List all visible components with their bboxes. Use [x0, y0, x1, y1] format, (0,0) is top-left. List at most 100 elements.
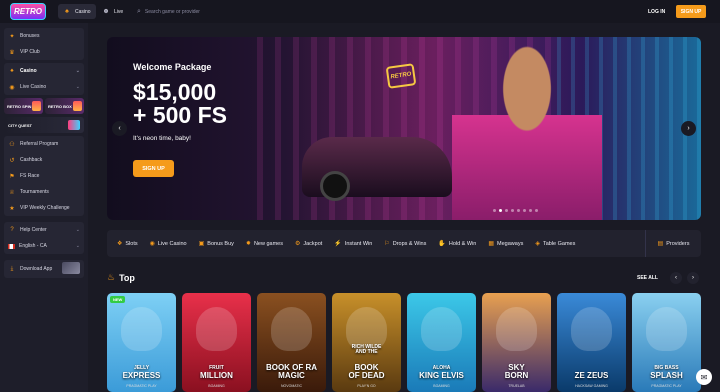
sidebar-item-vip-weekly[interactable]: ★ VIP Weekly Challenge	[4, 200, 84, 216]
language-selector[interactable]: English - CA ⌄	[4, 238, 84, 254]
game-card[interactable]: BOOK OF RA MAGIC NOVOMATIC	[257, 293, 326, 392]
sidebar-promos: RETRO SPIN RETRO BOX	[4, 98, 84, 114]
banner-next-arrow[interactable]: ›	[681, 121, 696, 136]
sidebar-item-referral[interactable]: ⚇ Referral Program	[4, 136, 84, 152]
top-games-row: NEW JELLY EXPRESS PRAGMATIC PLAY FRUIT MILLIO…	[107, 293, 701, 392]
carousel-prev-button[interactable]: ‹	[670, 272, 682, 284]
game-card[interactable]: ALOHA KING ELVIS BGAMING	[407, 293, 476, 392]
drops-icon: ⚐	[384, 241, 390, 247]
sidebar-item-live-casino[interactable]: ◉ Live Casino ⌄	[4, 79, 84, 95]
chevron-down-icon: ⌄	[75, 84, 80, 90]
promo-retro-box[interactable]: RETRO BOX	[45, 98, 84, 114]
chevron-down-icon: ⌄	[75, 68, 80, 74]
sidebar-item-help-center[interactable]: ? Help Center ⌄	[4, 222, 84, 238]
providers-icon: ▤	[657, 241, 664, 247]
sidebar-item-vip-club[interactable]: ♛ VIP Club	[4, 44, 84, 60]
category-label: Instant Win	[344, 240, 373, 247]
category-label: Live Casino	[157, 240, 187, 247]
jackpot-icon: ⚙	[294, 241, 301, 247]
chevron-left-icon: ‹	[675, 275, 677, 281]
pagination-dot[interactable]	[499, 209, 502, 212]
sidebar-item-label: Tournaments	[20, 189, 49, 195]
category-label: Hold & Win	[448, 240, 477, 247]
tab-casino[interactable]: ♠ Casino	[58, 4, 96, 19]
pagination-dot[interactable]	[523, 209, 526, 212]
new-badge: NEW	[110, 296, 126, 303]
banner-subtitle: Welcome Package	[133, 62, 212, 72]
promo-city-quest[interactable]: CITY QUEST	[4, 117, 84, 133]
game-artwork	[196, 307, 237, 351]
signup-button[interactable]: SIGN UP	[676, 5, 706, 18]
game-provider: PRAGMATIC PLAY	[651, 384, 682, 388]
game-card[interactable]: NEW JELLY EXPRESS PRAGMATIC PLAY	[107, 293, 176, 392]
casino-icon: ♠	[65, 8, 69, 15]
download-icon: ⤓	[10, 265, 14, 272]
login-button[interactable]: LOG IN	[642, 5, 671, 18]
promo-label: RETRO BOX	[48, 103, 72, 109]
tab-live[interactable]: ☻ Live	[97, 4, 128, 19]
retro-logo[interactable]: RETRO	[10, 3, 46, 20]
chevron-down-icon: ⌄	[75, 243, 80, 249]
pagination-dot[interactable]	[505, 209, 508, 212]
sidebar-item-cashback[interactable]: ↺ Cashback	[4, 152, 84, 168]
sidebar-group-rewards: ✦ Bonuses ♛ VIP Club	[4, 28, 84, 60]
category-table-games[interactable]: ◈ Table Games	[535, 240, 576, 248]
game-card[interactable]: RICH WILDE AND THE BOOK OF DEAD PLAY'N GO	[332, 293, 401, 392]
category-jackpot[interactable]: ⚙ Jackpot	[294, 240, 322, 248]
game-card[interactable]: FRUIT MILLION BGAMING	[182, 293, 251, 392]
game-card[interactable]: SKY BORN TRUELAB	[482, 293, 551, 392]
game-title: BOOK OF DEAD	[348, 363, 385, 380]
category-hold-win[interactable]: ✋ Hold & Win	[438, 240, 477, 248]
category-label: Table Games	[542, 240, 576, 247]
pagination-dot[interactable]	[511, 209, 514, 212]
game-artwork	[421, 307, 462, 351]
promo-art	[32, 101, 41, 111]
game-card[interactable]: BIG BASS SPLASH PRAGMATIC PLAY	[632, 293, 701, 392]
referral-icon: ⚇	[9, 141, 15, 148]
search-input[interactable]: ⌕ Search game or provider	[137, 4, 227, 19]
promo-retro-spin[interactable]: RETRO SPIN	[4, 98, 43, 114]
search-icon: ⌕	[137, 7, 141, 15]
chevron-right-icon: ›	[692, 275, 694, 281]
banner-signup-button[interactable]: SIGN UP	[133, 160, 174, 177]
category-drops-wins[interactable]: ⚐ Drops & Wins	[384, 240, 426, 248]
category-slots[interactable]: ❖ Slots	[117, 240, 138, 248]
sidebar-item-label: Casino	[20, 68, 37, 74]
category-live-casino[interactable]: ◉ Live Casino	[150, 240, 187, 248]
sidebar-group-help: ? Help Center ⌄ English - CA ⌄	[4, 222, 84, 254]
canada-flag-icon	[8, 243, 15, 249]
sidebar: ✦ Bonuses ♛ VIP Club ♠ Casino ⌄ ◉ Live C…	[0, 23, 88, 392]
retro-car-image	[302, 137, 452, 201]
live-icon: ◉	[9, 84, 15, 91]
pagination-dot[interactable]	[517, 209, 520, 212]
chevron-right-icon: ›	[687, 125, 690, 132]
hero-banner[interactable]: RETRO Welcome Package $15,000 + 500 FS I…	[107, 37, 701, 220]
category-megaways[interactable]: ▦ Megaways	[488, 240, 523, 248]
pagination-dot[interactable]	[493, 209, 496, 212]
sidebar-item-fs-race[interactable]: ⚑ FS Race	[4, 168, 84, 184]
game-provider: TRUELAB	[508, 384, 525, 388]
promo-art	[73, 101, 82, 111]
category-instant-win[interactable]: ⚡ Instant Win	[334, 240, 373, 248]
pagination-dot[interactable]	[535, 209, 538, 212]
carousel-next-button[interactable]: ›	[687, 272, 699, 284]
sidebar-item-tournaments[interactable]: ♕ Tournaments	[4, 184, 84, 200]
game-card[interactable]: ZE ZEUS HACKSAW GAMING	[557, 293, 626, 392]
category-new-games[interactable]: ✸ New games	[246, 240, 283, 248]
see-all-link[interactable]: SEE ALL	[637, 275, 658, 281]
live-chat-button[interactable]: ✉	[696, 369, 712, 385]
game-provider: PLAY'N GO	[357, 384, 376, 388]
providers-button[interactable]: ▤ Providers	[645, 230, 701, 257]
pagination-dot[interactable]	[529, 209, 532, 212]
sidebar-group-download: ⤓ Download App	[4, 260, 84, 278]
slots-icon: ❖	[117, 241, 123, 247]
table-icon: ◈	[535, 241, 540, 247]
help-icon: ?	[10, 227, 14, 233]
download-label: Download App	[20, 266, 53, 272]
download-app-button[interactable]: ⤓ Download App	[4, 260, 84, 278]
banner-prev-arrow[interactable]: ‹	[112, 121, 127, 136]
game-title: ZE ZEUS	[574, 371, 609, 380]
category-bonus-buy[interactable]: ▣ Bonus Buy	[199, 240, 234, 248]
sidebar-item-casino[interactable]: ♠ Casino ⌄	[4, 63, 84, 79]
sidebar-item-bonuses[interactable]: ✦ Bonuses	[4, 28, 84, 44]
